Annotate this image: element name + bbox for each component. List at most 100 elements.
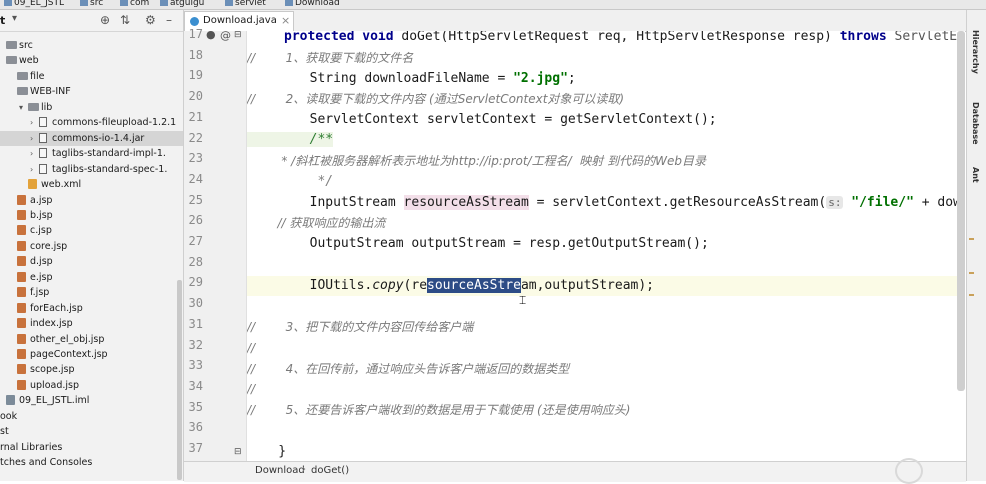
close-icon[interactable]: × <box>281 14 290 27</box>
line-number[interactable]: 29 <box>184 275 203 289</box>
line-number[interactable]: 34 <box>184 379 203 393</box>
tool-ant[interactable]: Ant <box>971 167 980 183</box>
tree-item[interactable]: src <box>0 38 183 53</box>
tree-item[interactable]: pageContext.jsp <box>0 347 183 362</box>
fold-end-icon[interactable]: ⊟ <box>234 447 242 457</box>
line-number[interactable]: 20 <box>184 89 203 103</box>
override-marker-icon[interactable]: ● <box>206 28 216 41</box>
tree-item[interactable]: b.jsp <box>0 208 183 223</box>
tool-database[interactable]: Database <box>971 102 980 145</box>
tree-item[interactable]: d.jsp <box>0 254 183 269</box>
editor-scrollbar[interactable] <box>957 31 965 391</box>
dropdown-arrow-icon[interactable]: ▾ <box>12 13 17 24</box>
chevron-down-icon[interactable]: ▾ <box>19 100 23 115</box>
code-line-37[interactable]: } <box>247 442 286 461</box>
line-number[interactable]: 25 <box>184 193 203 207</box>
tree-item[interactable]: scope.jsp <box>0 362 183 377</box>
chevron-right-icon[interactable]: › <box>30 131 33 146</box>
tree-item[interactable]: st <box>0 424 183 439</box>
error-stripe-mark[interactable] <box>969 272 974 274</box>
chevron-right-icon[interactable]: › <box>30 162 33 177</box>
line-number[interactable]: 33 <box>184 358 203 372</box>
tree-item[interactable]: e.jsp <box>0 270 183 285</box>
nav-crumb-src[interactable]: src <box>80 0 103 8</box>
line-number[interactable]: 31 <box>184 317 203 331</box>
tree-item[interactable]: › taglibs-standard-spec-1. <box>0 162 183 177</box>
line-number[interactable]: 23 <box>184 151 203 165</box>
code-line-34[interactable]: // <box>247 379 255 399</box>
hide-icon[interactable]: – <box>166 13 172 27</box>
breadcrumb-method[interactable]: doGet() <box>311 465 349 476</box>
line-number[interactable]: 24 <box>184 172 203 186</box>
collapse-icon[interactable]: ⇅ <box>120 13 130 27</box>
line-number[interactable]: 37 <box>184 441 203 455</box>
nav-crumb-download[interactable]: Download <box>285 0 340 8</box>
gear-icon[interactable]: ⚙ <box>145 13 156 27</box>
tree-item[interactable]: ▾ lib <box>0 100 183 115</box>
code-line-25[interactable]: InputStream resourceAsStream = servletCo… <box>247 193 965 213</box>
nav-crumb-atguigu[interactable]: atguigu <box>160 0 204 8</box>
code-line-21[interactable]: ServletContext servletContext = getServl… <box>247 110 717 130</box>
tree-item[interactable]: 09_EL_JSTL.iml <box>0 393 183 408</box>
code-line-26[interactable]: // 获取响应的输出流 <box>247 213 386 233</box>
tree-item[interactable]: file <box>0 69 183 84</box>
tree-item[interactable]: core.jsp <box>0 239 183 254</box>
tree-item[interactable]: ook <box>0 409 183 424</box>
code-line-23[interactable]: * /斜杠被服务器解析表示地址为http://ip:prot/工程名/ 映射 到… <box>247 151 706 171</box>
line-number[interactable]: 19 <box>184 68 203 82</box>
line-number-gutter[interactable]: 17 18 19 20 21 22 23 24 25 26 27 28 29 30 31 32 33 34 35 36… <box>184 27 247 461</box>
line-number[interactable]: 30 <box>184 296 203 310</box>
tree-item[interactable]: web <box>0 53 183 68</box>
tree-item[interactable]: index.jsp <box>0 316 183 331</box>
code-line-24[interactable]: */ <box>247 172 333 192</box>
nav-crumb-project[interactable]: 09_EL_JSTL <box>4 0 64 8</box>
line-number[interactable]: 26 <box>184 213 203 227</box>
line-number[interactable]: 36 <box>184 420 203 434</box>
line-number[interactable]: 27 <box>184 234 203 248</box>
tree-item[interactable]: › taglibs-standard-impl-1. <box>0 146 183 161</box>
code-line-27[interactable]: OutputStream outputStream = resp.getOutp… <box>247 234 709 254</box>
chevron-right-icon[interactable]: › <box>30 115 33 130</box>
tool-hierarchy[interactable]: Hierarchy <box>971 30 980 74</box>
code-line-31[interactable]: // 3、把下载的文件内容回传给客户端 <box>247 317 473 337</box>
error-stripe-mark[interactable] <box>969 238 974 240</box>
code-line-20[interactable]: // 2、读取要下载的文件内容 (通过ServletContext对象可以读取) <box>247 89 624 109</box>
tree-item[interactable]: tches and Consoles <box>0 455 183 470</box>
error-stripe-mark[interactable] <box>969 294 974 296</box>
line-number[interactable]: 21 <box>184 110 203 124</box>
line-number[interactable]: 35 <box>184 400 203 414</box>
line-number[interactable]: 18 <box>184 48 203 62</box>
line-number[interactable]: 28 <box>184 255 203 269</box>
code-line-19[interactable]: String downloadFileName = "2.jpg"; <box>247 69 576 89</box>
code-line-33[interactable]: // 4、在回传前，通过响应头告诉客户端返回的数据类型 <box>247 359 569 379</box>
project-panel-title[interactable]: t <box>0 14 5 27</box>
locate-target-icon[interactable]: ⊕ <box>100 13 110 27</box>
tree-item[interactable]: WEB-INF <box>0 84 183 99</box>
line-number[interactable]: 32 <box>184 338 203 352</box>
breadcrumb-class[interactable]: Download <box>255 465 305 476</box>
code-line-22[interactable]: /** <box>247 130 334 150</box>
code-line-17[interactable]: protected void doGet(HttpServletRequest … <box>284 31 965 47</box>
line-number[interactable]: 17 <box>184 27 203 41</box>
tree-item[interactable]: forEach.jsp <box>0 301 183 316</box>
tree-item[interactable]: other_el_obj.jsp <box>0 332 183 347</box>
code-line-29[interactable]: IOUtils.copy(resourceAsStream,outputStre… <box>247 276 654 296</box>
code-line-18[interactable]: // 1、获取要下载的文件名 <box>247 48 413 68</box>
nav-crumb-servlet[interactable]: servlet <box>225 0 266 8</box>
project-scrollbar[interactable] <box>177 280 182 480</box>
tree-item[interactable]: › commons-fileupload-1.2.1 <box>0 115 183 130</box>
tree-item[interactable]: c.jsp <box>0 223 183 238</box>
fold-marker-icon[interactable]: ⊟ <box>234 30 242 40</box>
tree-item[interactable]: rnal Libraries <box>0 440 183 455</box>
code-line-32[interactable]: // <box>247 338 255 358</box>
tree-item[interactable]: web.xml <box>0 177 183 192</box>
chevron-right-icon[interactable]: › <box>30 146 33 161</box>
line-number[interactable]: 22 <box>184 131 203 145</box>
tree-item[interactable]: a.jsp <box>0 193 183 208</box>
tree-item[interactable]: upload.jsp <box>0 378 183 393</box>
nav-crumb-com[interactable]: com <box>120 0 149 8</box>
tree-item[interactable]: › commons-io-1.4.jar <box>0 130 183 146</box>
tree-item[interactable]: f.jsp <box>0 285 183 300</box>
code-line-35[interactable]: // 5、还要告诉客户端收到的数据是用于下载使用 (还是使用响应头) <box>247 400 630 420</box>
code-editor[interactable]: protected void doGet(HttpServletRequest … <box>247 31 965 461</box>
